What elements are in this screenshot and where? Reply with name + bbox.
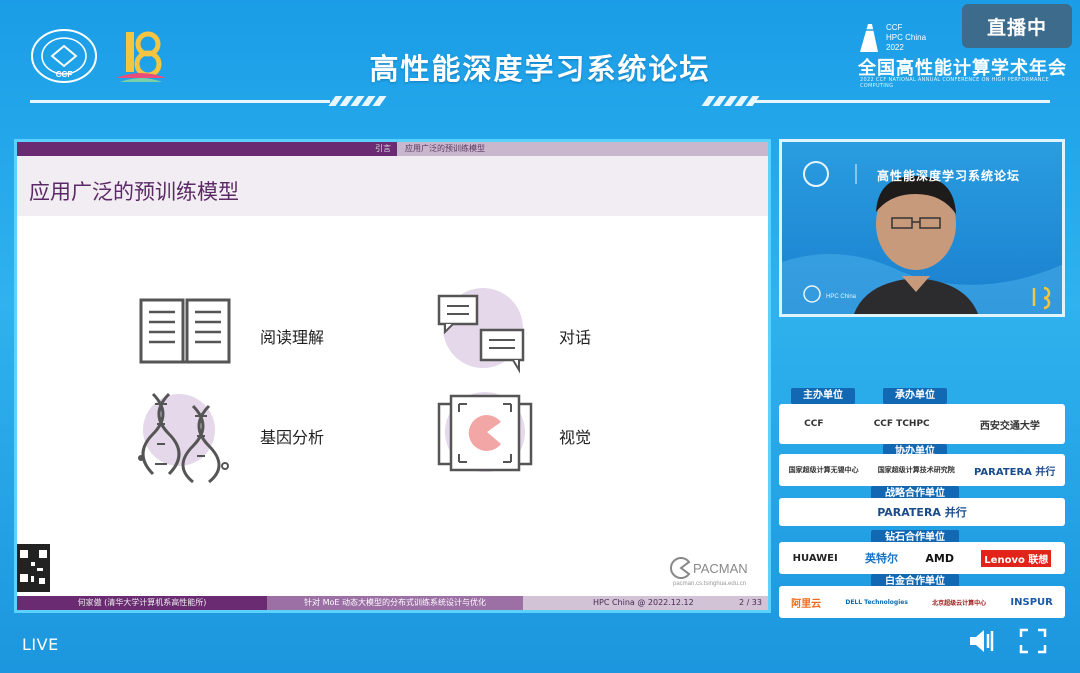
pacman-logo: PACMAN pacman.cs.tsinghua.edu.cn — [669, 556, 755, 588]
topic-label-vision: 视觉 — [559, 428, 592, 447]
slide-footer: 何家傲 (清华大学计算机系高性能所) 针对 MoE 动态大模型的分布式训练系统设… — [17, 596, 768, 610]
svg-text:HPC China: HPC China — [886, 33, 927, 42]
dna-icon — [133, 386, 233, 486]
university-org: 西安交通大学 — [979, 420, 1040, 432]
breadcrumb-current: 应用广泛的预训练模型 — [397, 142, 768, 156]
strategic-row: PARATERA 并行 — [779, 498, 1065, 526]
video-banner-title: 高性能深度学习系统论坛 — [877, 169, 1021, 183]
svg-text:HPC China: HPC China — [826, 294, 857, 300]
chat-bubbles-icon — [435, 284, 535, 384]
organizer-label: 承办单位 — [883, 388, 947, 404]
header-stripes-left — [328, 96, 387, 106]
platinum-org-aliyun: 阿里云 — [791, 598, 822, 610]
image-frames-icon — [435, 386, 535, 486]
diamond-org-lenovo: Lenovo 联想 — [981, 549, 1052, 567]
diamond-org-huawei: HUAWEI — [792, 552, 838, 564]
host-label: 主办单位 — [791, 388, 855, 404]
strategic-org: PARATERA 并行 — [877, 506, 967, 519]
qr-code — [17, 544, 50, 592]
platinum-org-beijing: 北京超级云计算中心 — [932, 599, 987, 607]
topic-label-reading: 阅读理解 — [260, 328, 325, 347]
platinum-row: 阿里云 DELL Technologies 北京超级云计算中心 INSPUR — [779, 586, 1065, 618]
footer-talk-title: 针对 MoE 动态大模型的分布式训练系统设计与优化 — [267, 596, 523, 610]
sponsor-panel: 主办单位 承办单位 CCF CCF TCHPC 西安交通大学 协办单位 国家超级… — [779, 386, 1065, 618]
co-org-2: 国家超级计算技术研究院 — [877, 466, 955, 474]
co-organizer-row: 国家超级计算无锡中心 国家超级计算技术研究院 PARATERA 并行 — [779, 454, 1065, 486]
presentation-slide: 引言 应用广泛的预训练模型 应用广泛的预训练模型 阅读理解 对话 基因分析 视觉… — [14, 139, 771, 613]
diamond-org-amd: AMD — [925, 551, 954, 565]
organizer-org: CCF TCHPC — [873, 419, 930, 429]
host-organizer-row: CCF CCF TCHPC 西安交通大学 — [779, 404, 1065, 444]
header-stripes-right — [701, 96, 760, 106]
hpc-china-logo: CCF HPC China 2022 — [856, 16, 940, 56]
diamond-row: HUAWEI 英特尔 AMD Lenovo 联想 — [779, 542, 1065, 574]
diamond-org-intel: 英特尔 — [865, 552, 899, 565]
topic-label-gene: 基因分析 — [260, 428, 325, 447]
platinum-org-inspur: INSPUR — [1010, 596, 1053, 608]
svg-text:2022: 2022 — [886, 43, 904, 52]
breadcrumb-section: 引言 — [17, 142, 397, 156]
header-divider-left — [30, 100, 330, 103]
live-status-badge: 直播中 — [962, 4, 1072, 48]
live-indicator: LIVE — [22, 635, 59, 654]
host-org: CCF — [804, 419, 824, 429]
slide-title: 应用广泛的预训练模型 — [29, 180, 239, 204]
footer-page-number: 2 / 33 — [738, 598, 762, 607]
footer-speaker: 何家傲 (清华大学计算机系高性能所) — [17, 596, 267, 610]
co-org-1: 国家超级计算无锡中心 — [788, 466, 859, 474]
platinum-org-dell: DELL Technologies — [845, 598, 908, 606]
footer-event: HPC China @ 2022.12.12 — [593, 598, 694, 607]
co-org-3: PARATERA 并行 — [974, 466, 1056, 478]
svg-text:PACMAN: PACMAN — [693, 561, 748, 576]
volume-icon[interactable] — [966, 626, 1000, 656]
header-divider-right — [752, 100, 1050, 103]
topic-label-dialogue: 对话 — [559, 328, 592, 347]
speaker-video: HPC China 高性能深度学习系统论坛 — [779, 139, 1065, 317]
slide-breadcrumb: 引言 应用广泛的预训练模型 — [17, 142, 768, 156]
open-book-icon — [135, 280, 235, 380]
pacman-url: pacman.cs.tsinghua.edu.cn — [673, 581, 746, 587]
svg-text:CCF: CCF — [886, 23, 903, 32]
footer-event-info: HPC China @ 2022.12.12 2 / 33 — [523, 596, 768, 610]
fullscreen-icon[interactable] — [1016, 626, 1050, 656]
conference-subtitle: 2022 CCF NATIONAL ANNUAL CONFERENCE ON H… — [860, 77, 1049, 89]
